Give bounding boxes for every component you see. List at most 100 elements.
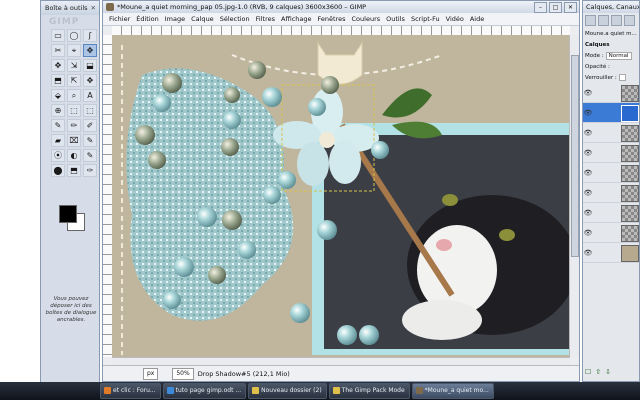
menu-item[interactable]: Sélection — [217, 13, 253, 25]
tool-button[interactable]: ◐ — [67, 149, 81, 162]
menu-item[interactable]: Affichage — [278, 13, 315, 25]
channels-tab-icon[interactable] — [598, 15, 609, 26]
image-canvas[interactable] — [112, 35, 570, 357]
tool-button[interactable]: ▭ — [51, 29, 65, 42]
layer-row[interactable]: 👁 — [583, 243, 639, 263]
tool-button[interactable]: ⬚ — [83, 104, 97, 117]
menu-item[interactable]: Filtres — [253, 13, 278, 25]
eye-icon[interactable]: 👁 — [583, 209, 593, 217]
tool-button[interactable]: ✐ — [83, 119, 97, 132]
maximize-icon[interactable]: □ — [549, 2, 562, 13]
unit-select[interactable]: px — [143, 367, 159, 380]
tool-button[interactable]: A — [83, 89, 97, 102]
close-icon[interactable]: ✕ — [91, 1, 99, 15]
layer-thumbnail — [621, 105, 639, 122]
menu-item[interactable]: Édition — [133, 13, 162, 25]
eye-icon[interactable]: 👁 — [583, 229, 593, 237]
taskbar-button[interactable]: The Gimp Pack Mode — [328, 383, 410, 399]
eye-icon[interactable]: 👁 — [583, 129, 593, 137]
layer-row[interactable]: 👁 — [583, 103, 639, 123]
mode-select[interactable]: Normal — [605, 51, 632, 60]
layer-row[interactable]: 👁 — [583, 203, 639, 223]
image-window-titlebar[interactable]: *Moune_a quiet morning_pap 05.jpg-1.0 (R… — [103, 1, 579, 13]
menu-item[interactable]: Fichier — [106, 13, 133, 25]
menu-item[interactable]: Vidéo — [443, 13, 467, 25]
tool-button[interactable]: ✥ — [51, 59, 65, 72]
eye-icon[interactable]: 👁 — [583, 189, 593, 197]
menu-item[interactable]: Aide — [467, 13, 487, 25]
tool-button[interactable]: ✎ — [83, 134, 97, 147]
menu-item[interactable]: Fenêtres — [315, 13, 349, 25]
tool-button[interactable]: ▰ — [51, 134, 65, 147]
layer-row[interactable]: 👁 — [583, 183, 639, 203]
paths-tab-icon[interactable] — [611, 15, 622, 26]
layer-row[interactable]: 👁 — [583, 123, 639, 143]
eye-icon[interactable]: 👁 — [583, 109, 593, 117]
taskbar-button[interactable]: *Moune_a quiet mo... — [411, 383, 494, 399]
tool-button[interactable]: ✏ — [67, 119, 81, 132]
vertical-scrollbar[interactable] — [569, 35, 579, 357]
menu-item[interactable]: Script-Fu — [408, 13, 443, 25]
color-selector[interactable] — [59, 205, 89, 231]
gimp-icon — [106, 3, 114, 11]
mode-label: Mode : — [585, 52, 604, 59]
tool-button[interactable]: ⇱ — [67, 74, 81, 87]
toolbox-titlebar[interactable]: Boîte à outils ✕ — [41, 1, 99, 15]
raise-layer-icon[interactable]: ⇧ — [595, 368, 601, 376]
tool-button[interactable]: ⇲ — [67, 59, 81, 72]
tool-button[interactable]: ✑ — [83, 164, 97, 177]
cat-nose — [436, 239, 452, 251]
tool-button[interactable]: ✥ — [83, 44, 97, 57]
tool-button[interactable]: ⌖ — [67, 44, 81, 57]
app-icon — [332, 387, 340, 394]
layer-row[interactable]: 👁 — [583, 223, 639, 243]
tool-button[interactable]: ⊕ — [51, 104, 65, 117]
new-layer-icon[interactable]: ☐ — [585, 368, 591, 376]
cat-eye — [442, 194, 458, 206]
layer-row[interactable]: 👁 — [583, 83, 639, 103]
image-window-title: *Moune_a quiet morning_pap 05.jpg-1.0 (R… — [117, 3, 367, 11]
undo-tab-icon[interactable] — [624, 15, 635, 26]
menu-item[interactable]: Couleurs — [349, 13, 384, 25]
layer-row[interactable]: 👁 — [583, 143, 639, 163]
eye-icon[interactable]: 👁 — [583, 89, 593, 97]
lower-layer-icon[interactable]: ⇩ — [605, 368, 611, 376]
foreground-color-swatch[interactable] — [59, 205, 77, 223]
tool-button[interactable]: ⌧ — [67, 134, 81, 147]
taskbar-button[interactable]: et clic : Foru... — [100, 383, 161, 399]
layers-tab-icon[interactable] — [585, 15, 596, 26]
tool-button[interactable]: ⬓ — [83, 59, 97, 72]
tool-button[interactable]: ʃ — [83, 29, 97, 42]
image-selector[interactable]: Moune.a quiet m... — [583, 28, 639, 39]
tool-button[interactable]: ⬤ — [51, 164, 65, 177]
scrollbar-thumb[interactable] — [571, 55, 579, 257]
eye-icon[interactable]: 👁 — [583, 249, 593, 257]
eye-icon[interactable]: 👁 — [583, 149, 593, 157]
layer-thumbnail — [621, 165, 639, 182]
tool-button[interactable]: ◯ — [67, 29, 81, 42]
tool-button[interactable]: ✎ — [83, 149, 97, 162]
layers-dock: Calques, Canaux, Che Moune.a quiet m... … — [582, 0, 640, 382]
taskbar-button[interactable]: tuto page gimp.odt ... — [162, 383, 247, 399]
minimize-icon[interactable]: – — [534, 2, 547, 13]
tool-button[interactable]: ⬒ — [51, 74, 65, 87]
zoom-select[interactable]: 50% — [172, 367, 194, 380]
menu-item[interactable]: Outils — [383, 13, 408, 25]
cat-paw — [402, 300, 482, 340]
close-icon[interactable]: ✕ — [564, 2, 577, 13]
tool-button[interactable]: ⬙ — [51, 89, 65, 102]
taskbar-button[interactable]: Nouveau dossier (2) — [248, 383, 327, 399]
tool-button[interactable]: ✥ — [83, 74, 97, 87]
tool-button[interactable]: ⦿ — [51, 149, 65, 162]
layer-row[interactable]: 👁 — [583, 163, 639, 183]
tool-button[interactable]: ⬒ — [67, 164, 81, 177]
tool-button[interactable]: ⌕ — [67, 89, 81, 102]
tool-button[interactable]: ✎ — [51, 119, 65, 132]
eye-icon[interactable]: 👁 — [583, 169, 593, 177]
tool-button[interactable]: ✂ — [51, 44, 65, 57]
lock-checkbox[interactable] — [618, 74, 626, 81]
tool-button[interactable]: ⬚ — [67, 104, 81, 117]
menu-item[interactable]: Image — [162, 13, 188, 25]
dock-titlebar[interactable]: Calques, Canaux, Che — [583, 1, 639, 13]
menu-item[interactable]: Calque — [188, 13, 217, 25]
